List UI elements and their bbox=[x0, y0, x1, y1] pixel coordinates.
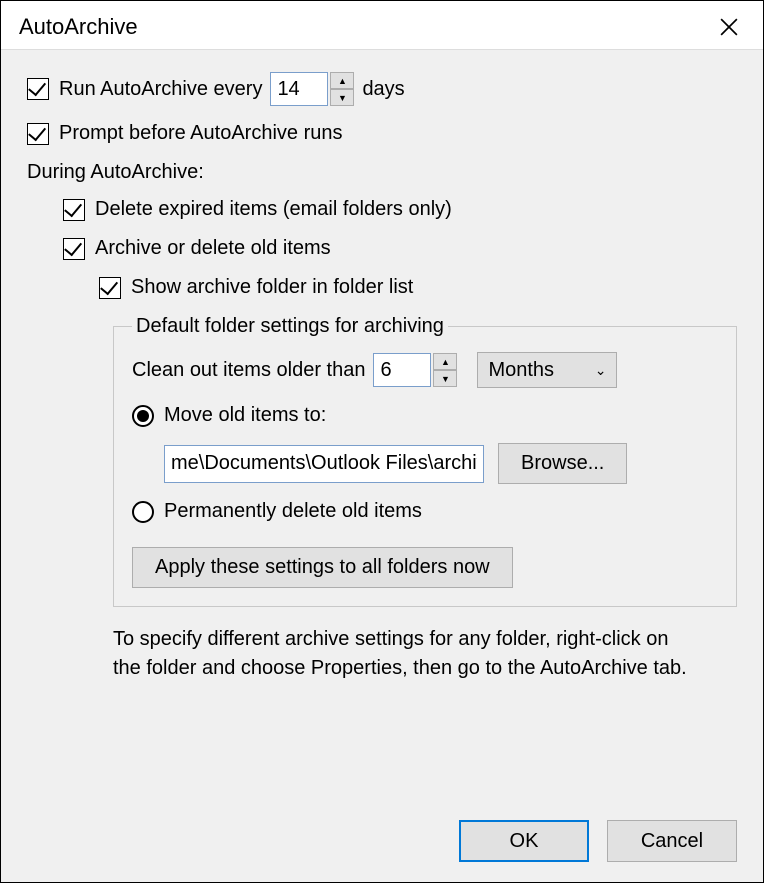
delete-expired-checkbox[interactable] bbox=[63, 199, 85, 221]
show-archive-folder-checkbox[interactable] bbox=[99, 277, 121, 299]
run-every-label-pre: Run AutoArchive every bbox=[59, 78, 262, 101]
dialog-title: AutoArchive bbox=[19, 14, 138, 40]
clean-out-spin-down[interactable]: ▼ bbox=[433, 370, 457, 387]
clean-out-row: Clean out items older than ▲ ▼ Months ⌄ bbox=[132, 352, 718, 388]
clean-out-unit-value: Months bbox=[488, 359, 554, 382]
delete-expired-row: Delete expired items (email folders only… bbox=[63, 198, 737, 221]
run-every-spin-down[interactable]: ▼ bbox=[330, 89, 354, 106]
perm-delete-label: Permanently delete old items bbox=[164, 500, 422, 523]
close-button[interactable] bbox=[709, 9, 749, 45]
prompt-before-checkbox[interactable] bbox=[27, 123, 49, 145]
delete-expired-label: Delete expired items (email folders only… bbox=[95, 198, 452, 221]
apply-all-button[interactable]: Apply these settings to all folders now bbox=[132, 547, 513, 588]
chevron-down-icon: ⌄ bbox=[595, 362, 607, 379]
cancel-button[interactable]: Cancel bbox=[607, 820, 737, 862]
run-every-spin-buttons: ▲ ▼ bbox=[330, 72, 354, 106]
archive-delete-checkbox[interactable] bbox=[63, 238, 85, 260]
autoarchive-dialog: AutoArchive Run AutoArchive every ▲ ▼ da… bbox=[0, 0, 764, 883]
run-every-label-post: days bbox=[362, 78, 404, 101]
hint-text: To specify different archive settings fo… bbox=[113, 625, 693, 683]
clean-out-label: Clean out items older than bbox=[132, 359, 365, 382]
ok-button[interactable]: OK bbox=[459, 820, 589, 862]
dialog-footer: OK Cancel bbox=[1, 820, 763, 882]
titlebar: AutoArchive bbox=[1, 1, 763, 49]
dialog-content: Run AutoArchive every ▲ ▼ days Prompt be… bbox=[1, 49, 763, 820]
prompt-before-label: Prompt before AutoArchive runs bbox=[59, 122, 342, 145]
show-archive-folder-label: Show archive folder in folder list bbox=[131, 276, 413, 299]
run-every-input[interactable] bbox=[270, 72, 328, 106]
run-every-row: Run AutoArchive every ▲ ▼ days bbox=[27, 72, 737, 106]
archive-path-input[interactable] bbox=[164, 445, 484, 483]
move-old-row: Move old items to: bbox=[132, 404, 718, 427]
clean-out-unit-select[interactable]: Months ⌄ bbox=[477, 352, 617, 388]
during-label: During AutoArchive: bbox=[27, 161, 737, 184]
close-icon bbox=[720, 18, 738, 36]
move-old-radio[interactable] bbox=[132, 405, 154, 427]
show-archive-folder-row: Show archive folder in folder list bbox=[99, 276, 737, 299]
move-old-path-row: Browse... bbox=[164, 443, 718, 484]
clean-out-input[interactable] bbox=[373, 353, 431, 387]
clean-out-spin-up[interactable]: ▲ bbox=[433, 353, 457, 370]
clean-out-spinner: ▲ ▼ bbox=[373, 353, 457, 387]
prompt-before-row: Prompt before AutoArchive runs bbox=[27, 122, 737, 145]
move-old-label: Move old items to: bbox=[164, 404, 326, 427]
run-every-checkbox[interactable] bbox=[27, 78, 49, 100]
run-every-spinner: ▲ ▼ bbox=[270, 72, 354, 106]
group-title: Default folder settings for archiving bbox=[132, 315, 448, 338]
perm-delete-radio[interactable] bbox=[132, 501, 154, 523]
run-every-spin-up[interactable]: ▲ bbox=[330, 72, 354, 89]
archive-delete-row: Archive or delete old items bbox=[63, 237, 737, 260]
archive-delete-label: Archive or delete old items bbox=[95, 237, 331, 260]
browse-button[interactable]: Browse... bbox=[498, 443, 627, 484]
clean-out-spin-buttons: ▲ ▼ bbox=[433, 353, 457, 387]
perm-delete-row: Permanently delete old items bbox=[132, 500, 718, 523]
default-settings-group: Default folder settings for archiving Cl… bbox=[113, 315, 737, 607]
